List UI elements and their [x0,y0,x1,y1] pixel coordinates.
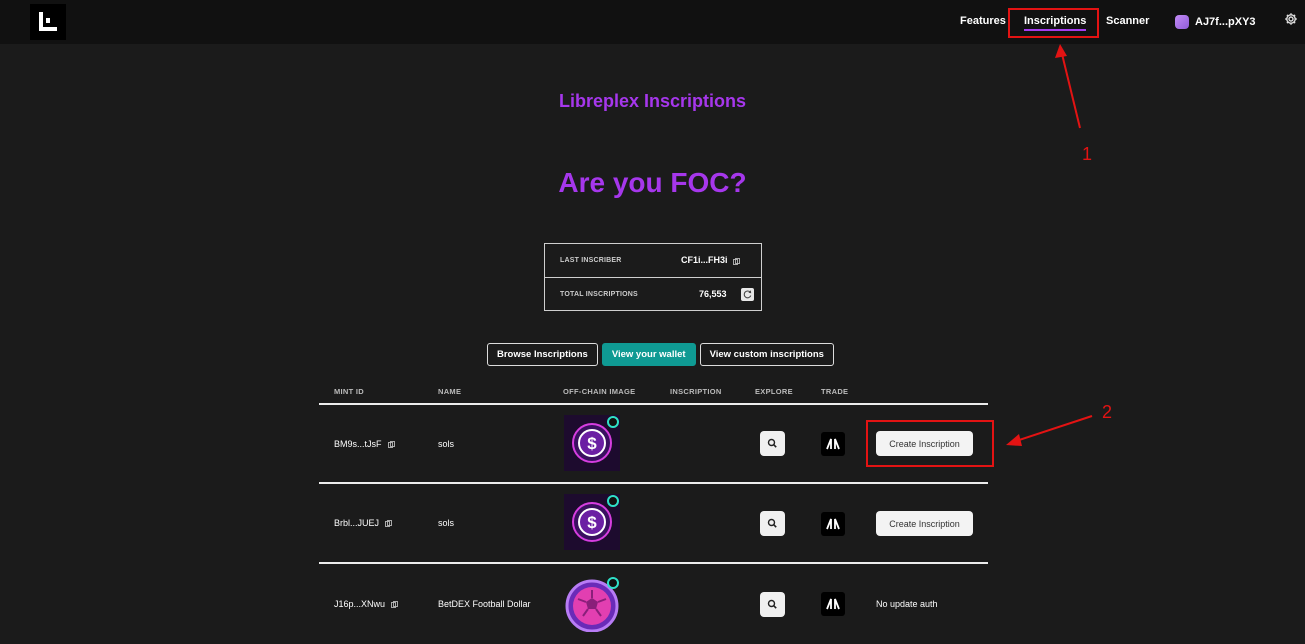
search-icon [767,599,777,609]
explore-button[interactable] [760,431,785,456]
table-row: J16p...XNwu BetDEX Football Dollar No up… [319,564,988,644]
mint-id-cell: Brbl...JUEJ [334,518,392,528]
mint-id: BM9s...tJsF [334,439,382,449]
refresh-button[interactable] [741,288,754,301]
trade-button[interactable] [821,592,845,616]
nav-scanner[interactable]: Scanner [1106,15,1149,27]
mint-id-cell: J16p...XNwu [334,599,398,609]
mint-id-cell: BM9s...tJsF [334,439,395,449]
copy-icon[interactable] [387,440,395,448]
nft-name: sols [438,439,455,449]
header-inscription: INSCRIPTION [670,387,722,396]
refresh-icon [743,290,752,299]
page-subtitle: Libreplex Inscriptions [558,91,747,111]
explore-button[interactable] [760,511,785,536]
annotation-arrow-2 [1006,415,1093,446]
trade-icon [826,518,840,530]
search-icon [767,438,777,448]
explore-button[interactable] [760,592,785,617]
nft-name: sols [438,518,455,528]
nav-features[interactable]: Features [960,15,1006,27]
header-trade: TRADE [821,387,849,396]
header-offchain-image: OFF-CHAIN IMAGE [563,387,636,396]
wallet-address: AJ7f...pXY3 [1195,16,1256,28]
football-coin-image [565,577,619,632]
annotation-box-inscriptions [1008,8,1099,38]
wallet-icon [1175,15,1189,29]
view-tabs: Browse Inscriptions View your wallet Vie… [487,343,834,366]
gear-icon[interactable] [1284,12,1298,26]
page-title: Are you FOC? [558,167,747,198]
no-update-auth-text: No update auth [876,599,938,609]
svg-text:$: $ [587,434,597,453]
annotation-label-1: 1 [1082,144,1093,164]
create-inscription-button[interactable]: Create Inscription [876,511,973,536]
header-name: NAME [438,387,462,396]
header-explore: EXPLORE [755,387,793,396]
mint-id: Brbl...JUEJ [334,518,380,528]
stat-last-inscriber: LAST INSCRIBER CF1i...FH3i [545,244,761,278]
wallet-button[interactable]: AJ7f...pXY3 [1175,14,1256,30]
stats-panel: LAST INSCRIBER CF1i...FH3i TOTAL INSCRIP… [544,243,762,311]
stat-value: 76,553 [699,289,727,299]
search-icon [767,518,777,528]
copy-icon[interactable] [391,600,398,608]
mint-id: J16p...XNwu [334,599,386,609]
annotation-arrow-1 [1055,44,1081,129]
stat-label: LAST INSCRIBER [560,257,622,264]
annotation-label-2: 2 [1102,402,1113,422]
sols-coin-image: $ [564,415,620,471]
stat-value: CF1i...FH3i [681,255,728,265]
sols-coin-image: $ [564,494,620,550]
tab-view-wallet[interactable]: View your wallet [601,343,696,366]
header-mint-id: MINT ID [334,387,365,396]
tab-view-custom[interactable]: View custom inscriptions [699,343,834,366]
trade-button[interactable] [821,432,845,456]
tab-browse-inscriptions[interactable]: Browse Inscriptions [487,343,598,366]
trade-icon [826,438,840,450]
trade-icon [826,598,840,610]
copy-icon[interactable] [385,519,392,527]
nft-name: BetDEX Football Dollar [438,599,531,609]
trade-button[interactable] [821,512,845,536]
annotation-box-create-inscription [866,420,994,467]
table-row: Brbl...JUEJ sols $ Create Inscription [319,484,988,564]
stat-total-inscriptions: TOTAL INSCRIPTIONS 76,553 [545,278,761,311]
svg-text:$: $ [587,513,597,532]
top-bar: Features Inscriptions Scanner AJ7f...pXY… [0,0,1305,44]
stat-label: TOTAL INSCRIPTIONS [560,291,638,298]
copy-icon[interactable] [733,258,740,265]
logo-icon[interactable] [30,4,66,40]
